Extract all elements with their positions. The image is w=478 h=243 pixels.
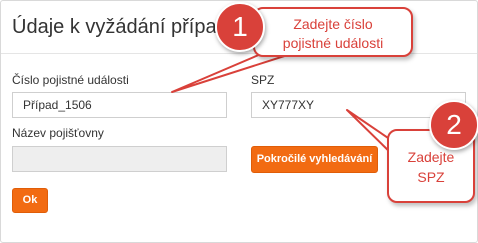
callout-2-badge: 2 xyxy=(429,100,478,150)
callout-1-line1: Zadejte číslo xyxy=(293,16,373,32)
callout-1-line2: pojistné události xyxy=(282,35,384,51)
callout-1-badge: 1 xyxy=(215,2,265,52)
callout-1: Zadejte číslo pojistné události xyxy=(253,7,413,57)
callout-2-line2: SPZ xyxy=(417,169,445,185)
callout-2-line1: Zadejte xyxy=(407,149,455,165)
